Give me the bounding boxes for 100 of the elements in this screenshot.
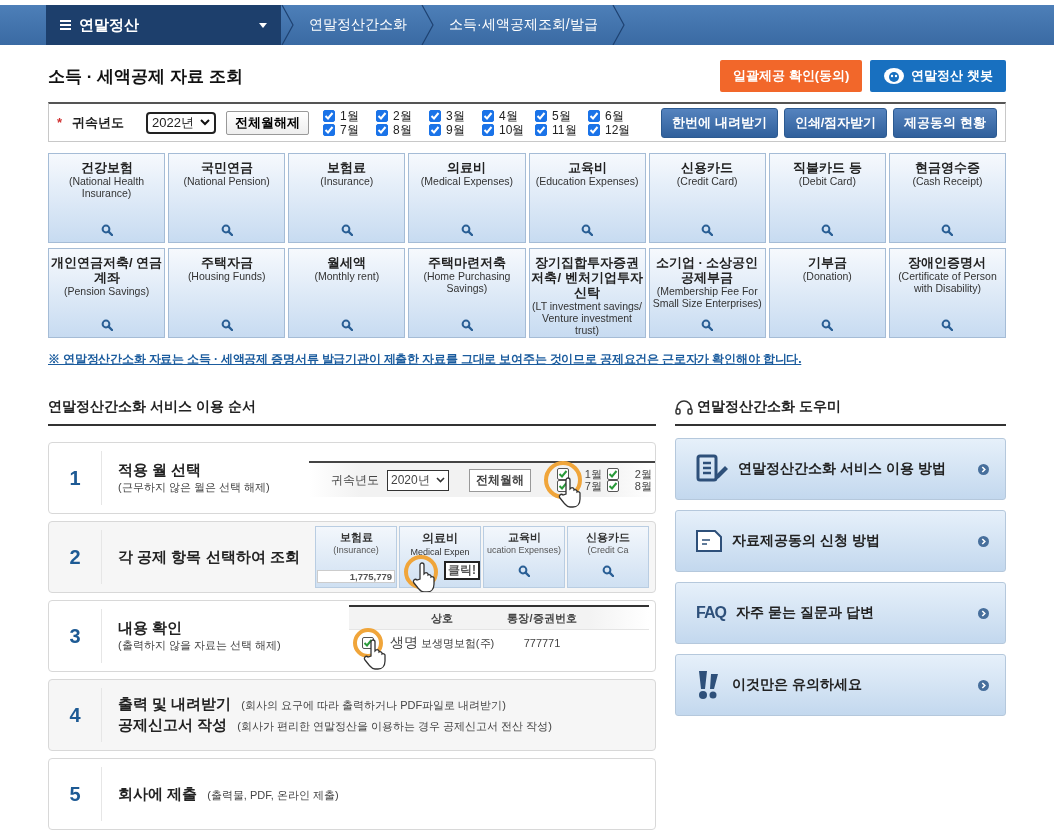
search-icon [821,319,834,331]
help-link[interactable]: 자료제공동의 신청 방법 [675,510,1006,572]
category-tile[interactable]: 보험료 (Insurance) [288,153,406,243]
step-number: 2 [49,530,102,584]
table-cell: 생명 [389,634,418,650]
category-tile[interactable]: 직불카드 등 (Debit Card) [768,153,886,243]
month-label: 7월 [340,122,359,137]
month-label: 9월 [446,122,465,137]
category-tile[interactable]: 소기업 · 소상공인 공제부금 (Membership Fee For Small Size Enterprises) [648,248,766,338]
search-icon [941,319,954,331]
step-note: (근무하지 않은 월은 선택 해제) [118,480,271,495]
amount-field: 1,775,779 [317,570,395,583]
checkbox[interactable] [556,468,569,480]
menu-button[interactable]: 연말정산 [46,5,281,45]
checkbox[interactable] [482,123,495,136]
checkbox[interactable] [323,123,336,136]
hand-cursor-icon [557,476,584,508]
action-button[interactable]: 제공동의 현황 [893,107,997,138]
breadcrumb-link[interactable]: 연말정산간소화 [295,5,421,45]
step-number: 3 [49,609,102,663]
table-cell-text: 777771 [522,637,562,649]
checkbox[interactable] [376,123,389,136]
caret-icon [200,119,211,126]
category-tile[interactable]: 개인연금저축/ 연금계좌 (Pension Savings) [48,248,166,338]
checkbox[interactable] [588,109,601,122]
category-tile[interactable]: 장기집합투자증권저축/ 벤처기업투자신탁 (LT investment savings/ Venture investment trust) [528,248,646,338]
step-note: (출력물, PDF, 온라인 제출) [207,787,339,803]
breadcrumb-separator-icon [421,5,435,45]
category-tile[interactable]: 국민연금 (National Pension) [168,153,286,243]
help-link[interactable]: FAQ 자주 묻는 질문과 답변 [675,582,1006,644]
caret-icon [435,477,445,483]
category-tile[interactable]: 주택자금 (Housing Funds) [168,248,286,338]
month-label: 6월 [605,108,624,123]
menu-icon [60,20,71,30]
search-icon [581,224,594,236]
checkbox[interactable] [535,123,548,136]
search-icon [340,319,353,331]
checkbox[interactable] [429,109,442,122]
checkbox[interactable] [482,109,495,122]
action-button[interactable]: 한번에 내려받기 [661,107,778,138]
checkbox[interactable] [376,109,389,122]
month-label: 10월 [499,122,525,137]
uncheck-all-button[interactable]: 전체월해제 [226,110,310,135]
search-icon [460,224,473,236]
search-icon [941,224,954,236]
arrow-circle-icon [978,535,989,547]
category-tile[interactable]: 의료비 (Medical Expenses) [408,153,526,243]
step-note: (회사의 요구에 따라 출력하거나 PDF파일로 내려받기) [241,698,506,713]
step-number: 4 [49,688,102,742]
chatbot-button[interactable]: 연말정산 챗봇 [870,60,1006,92]
month-label: 2월 [393,108,412,123]
search-icon [100,319,113,331]
checkbox[interactable] [606,480,619,492]
arrow-circle-icon [978,607,989,619]
search-icon [220,319,233,331]
step-title: 회사에 제출 [118,784,198,804]
checkbox[interactable] [323,109,336,122]
checkbox[interactable] [588,123,601,136]
month-label: 7월 [584,480,602,492]
search-icon [100,224,113,236]
search-icon [701,319,714,331]
category-tile: 신용카드 (Credit Ca [567,526,649,588]
field-label: 귀속년도 [331,471,379,489]
step-number: 5 [49,767,102,821]
breadcrumb-link[interactable]: 소득·세액공제조회/발급 [435,5,612,45]
step-title: 출력 및 내려받기 [118,695,232,714]
month-label: 3월 [446,108,465,123]
category-tile[interactable]: 주택마련저축 (Home Purchasing Savings) [408,248,526,338]
page-title: 소득 · 세액공제 자료 조회 [48,65,244,88]
action-button[interactable]: 인쇄/점자받기 [783,107,888,138]
caret-icon [259,22,267,28]
category-tile: 교육비 ucation Expenses) [483,526,565,588]
category-tile[interactable]: 장애인증명서 (Certificate of Person with Disability) [888,248,1006,338]
category-tile[interactable]: 현금영수증 (Cash Receipt) [888,153,1006,243]
step-title: 공제신고서 작성 [118,716,228,735]
category-tile[interactable]: 교육비 (Education Expenses) [528,153,646,243]
category-tile[interactable]: 월세액 (Monthly rent) [288,248,406,338]
search-icon [340,224,353,236]
category-tile: 보험료 (Insurance) 1,775,779 [315,526,397,588]
checkbox[interactable] [535,109,548,122]
notice-link[interactable]: ※ 연말정산간소화 자료는 소득 · 세액공제 증명서류 발급기관이 제출한 자료를 그대로 보여주는 것이므로 공제요건은 근로자가 확인해야 합니다. [48,351,1006,368]
search-icon [518,565,530,577]
year-select[interactable]: 2022년 [146,111,217,134]
search-icon [701,224,714,236]
category-tile[interactable]: 건강보험 (National Health Insurance) [48,153,166,243]
arrow-circle-icon [978,463,989,475]
month-label: 1월 [340,108,359,123]
step-note: (출력하지 않을 자료는 선택 해제) [118,638,282,653]
help-link[interactable]: 연말정산간소화 서비스 이용 방법 [675,438,1006,500]
help-link[interactable]: 이것만은 유의하세요 [675,654,1006,716]
category-tile[interactable]: 신용카드 (Credit Card) [648,153,766,243]
search-icon [821,224,834,236]
search-icon [460,319,473,331]
category-tile[interactable]: 기부금 (Donation) [768,248,886,338]
month-label: 11월 [552,122,577,137]
required-mark: * [57,115,63,130]
breadcrumb-separator-icon [281,5,295,45]
checkbox[interactable] [429,123,442,136]
arrow-circle-icon [978,679,989,691]
checkbox[interactable] [606,468,619,480]
